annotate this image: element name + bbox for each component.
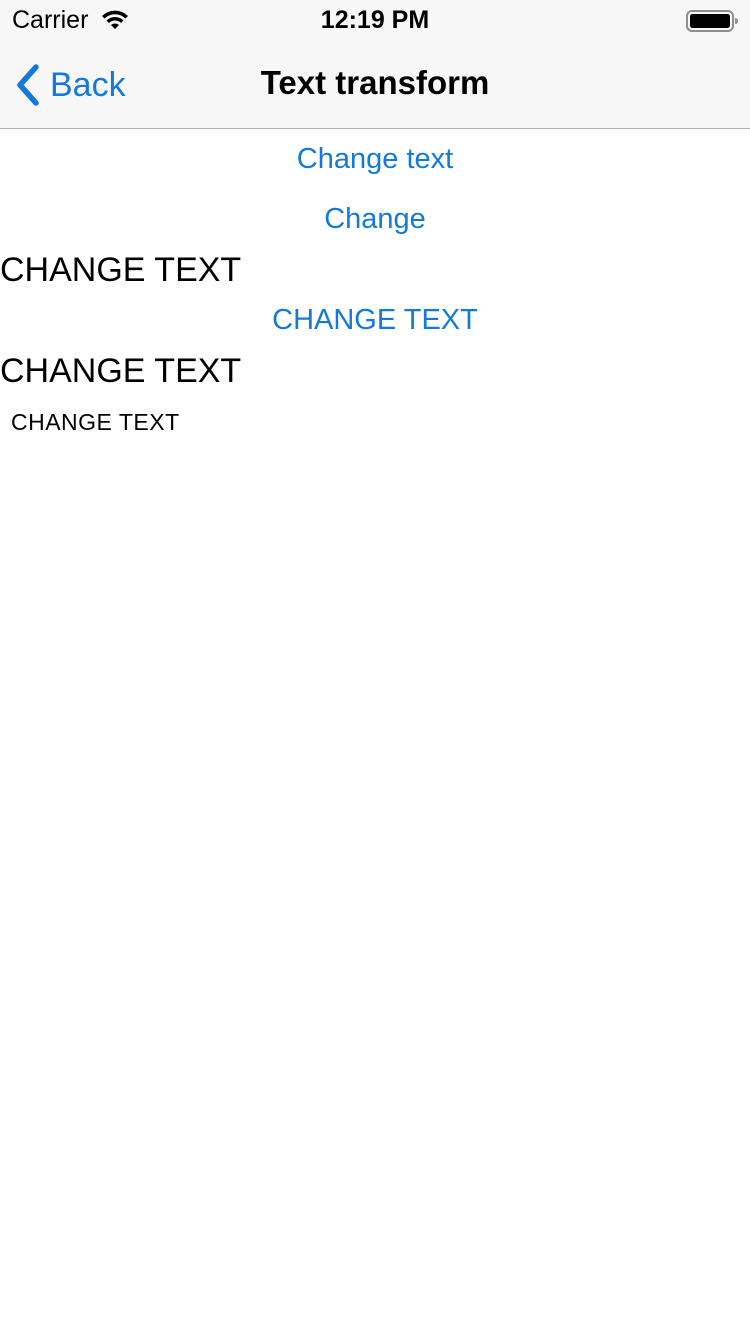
- clock: 12:19 PM: [320, 6, 430, 34]
- uppercase-label: CHANGE TEXT: [0, 251, 242, 289]
- status-bar: Carrier 12:19 PM: [0, 0, 750, 40]
- navigation-bar: Back Text transform: [0, 40, 750, 129]
- page-title: Text transform: [260, 64, 490, 101]
- uppercase-change-text-button[interactable]: CHANGE TEXT: [0, 306, 750, 335]
- battery-icon: [686, 10, 738, 32]
- small-uppercase-label: CHANGE TEXT: [11, 409, 180, 435]
- change-button[interactable]: Change: [0, 205, 750, 234]
- change-text-button[interactable]: Change text: [0, 145, 750, 174]
- uppercase-label-2: CHANGE TEXT: [0, 352, 242, 390]
